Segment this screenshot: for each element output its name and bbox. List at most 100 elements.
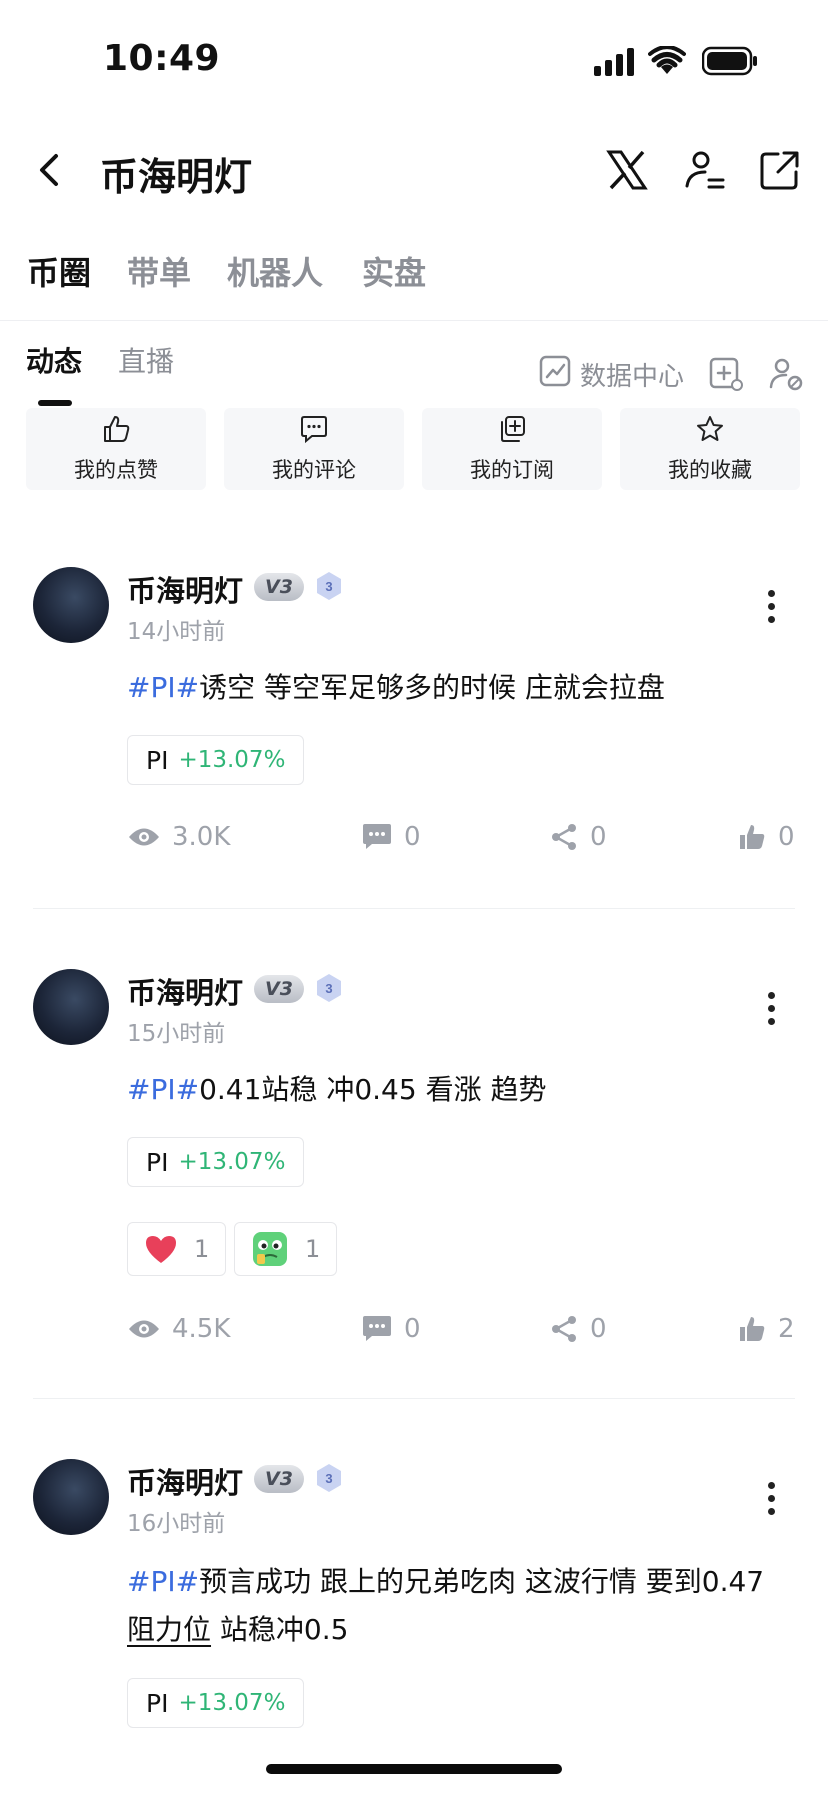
- tab-copy-trade[interactable]: 带单: [127, 248, 191, 294]
- comments-count: 0: [404, 822, 421, 852]
- subtab-indicator: [38, 400, 72, 406]
- post-body: 预言成功 跟上的兄弟吃肉 这波行情 要到0.47: [199, 1565, 765, 1598]
- reaction-count: 1: [194, 1235, 210, 1263]
- shares-count: 0: [590, 1314, 607, 1344]
- data-center-button[interactable]: 数据中心: [538, 352, 684, 396]
- post-divider: [33, 1398, 795, 1399]
- subtab-feed[interactable]: 动态: [26, 340, 82, 380]
- coin-chip[interactable]: PI +13.07%: [127, 1678, 305, 1728]
- thumbs-up-icon: [740, 1317, 765, 1341]
- my-likes-button[interactable]: 我的点赞: [26, 408, 206, 490]
- heart-icon: [146, 1236, 176, 1263]
- post-time: 14小时前: [127, 619, 226, 645]
- battery-icon: [701, 46, 758, 80]
- money-face-emoji-icon: [253, 1232, 287, 1266]
- tab-coin-circle[interactable]: 币圈: [27, 248, 91, 294]
- resistance-link[interactable]: 阻力位: [127, 1613, 211, 1646]
- svg-text:3: 3: [325, 981, 332, 996]
- create-post-icon[interactable]: [708, 352, 744, 396]
- subtab-live[interactable]: 直播: [118, 340, 174, 380]
- hashtag-link[interactable]: #PI#: [127, 671, 199, 704]
- coin-change: +13.07%: [178, 1690, 286, 1716]
- user-icon[interactable]: [683, 148, 731, 196]
- tab-live-account[interactable]: 实盘: [362, 248, 426, 294]
- my-subscriptions-button[interactable]: 我的订阅: [422, 408, 602, 490]
- post-text: #PI#0.41站稳 冲0.45 看涨 趋势: [127, 1066, 787, 1114]
- eye-icon: [129, 828, 159, 846]
- avatar[interactable]: [33, 567, 109, 643]
- coin-chip[interactable]: PI +13.07%: [127, 735, 305, 785]
- page-title: 币海明灯: [100, 155, 253, 199]
- coin-symbol: PI: [146, 1147, 169, 1177]
- coin-change: +13.07%: [178, 747, 286, 773]
- avatar[interactable]: [33, 969, 109, 1045]
- likes-count: 0: [778, 822, 795, 852]
- like-button[interactable]: 2: [738, 1314, 795, 1344]
- post-divider: [33, 908, 795, 909]
- level-badge-icon: 3: [315, 1463, 343, 1493]
- post-body: 0.41站稳 冲0.45 看涨 趋势: [199, 1073, 547, 1106]
- level-badge-icon: 3: [315, 571, 343, 601]
- comment-icon: [363, 824, 391, 849]
- post-author[interactable]: 币海明灯: [127, 568, 243, 610]
- hashtag-link[interactable]: #PI#: [127, 1073, 199, 1106]
- my-comments-button[interactable]: 我的评论: [224, 408, 404, 490]
- wifi-icon: [648, 45, 686, 80]
- home-indicator: [266, 1764, 562, 1774]
- vip-badge: V3: [254, 1465, 304, 1493]
- thumbs-up-icon: [101, 414, 131, 448]
- hashtag-link[interactable]: #PI#: [127, 1565, 199, 1598]
- share-icon: [552, 1316, 576, 1342]
- status-time: 10:49: [103, 38, 221, 79]
- svg-text:3: 3: [325, 579, 332, 594]
- coin-chip[interactable]: PI +13.07%: [127, 1137, 305, 1187]
- coin-symbol: PI: [146, 745, 169, 775]
- chart-icon: [538, 354, 572, 395]
- tab-bots[interactable]: 机器人: [227, 248, 323, 294]
- comments-button[interactable]: 0: [362, 822, 421, 852]
- comment-icon: [299, 414, 329, 448]
- post-author[interactable]: 币海明灯: [127, 1460, 243, 1502]
- post-body-continued: 站稳冲0.5: [211, 1613, 349, 1646]
- post-author[interactable]: 币海明灯: [127, 970, 243, 1012]
- more-options-icon[interactable]: [768, 1482, 780, 1521]
- comment-icon: [363, 1316, 391, 1341]
- like-button[interactable]: 0: [738, 822, 795, 852]
- likes-count: 2: [778, 1314, 795, 1344]
- share-button[interactable]: 0: [550, 822, 607, 852]
- post-time: 15小时前: [127, 1021, 226, 1047]
- quick-label: 我的订阅: [470, 458, 554, 482]
- quick-label: 我的点赞: [74, 458, 158, 482]
- views-count: 3.0K: [172, 822, 231, 852]
- quick-label: 我的评论: [272, 458, 356, 482]
- reaction-heart[interactable]: 1: [127, 1222, 227, 1276]
- more-options-icon[interactable]: [768, 590, 780, 629]
- comments-count: 0: [404, 1314, 421, 1344]
- reaction-emoji[interactable]: 1: [234, 1222, 338, 1276]
- thumbs-up-icon: [740, 825, 765, 849]
- x-logo-icon[interactable]: [605, 148, 653, 196]
- subscribe-icon: [497, 414, 527, 448]
- svg-text:3: 3: [325, 1471, 332, 1486]
- my-favorites-button[interactable]: 我的收藏: [620, 408, 800, 490]
- reaction-count: 1: [305, 1235, 321, 1263]
- coin-symbol: PI: [146, 1688, 169, 1718]
- back-arrow-icon[interactable]: [36, 150, 64, 194]
- data-center-label: 数据中心: [580, 361, 685, 392]
- signal-icon: [594, 48, 636, 80]
- shares-count: 0: [590, 822, 607, 852]
- share-out-icon[interactable]: [758, 148, 806, 196]
- views-count: 4.5K: [172, 1314, 231, 1344]
- more-options-icon[interactable]: [768, 992, 780, 1031]
- eye-icon: [129, 1320, 159, 1338]
- share-button[interactable]: 0: [550, 1314, 607, 1344]
- quick-label: 我的收藏: [668, 458, 752, 482]
- tab-divider: [0, 320, 828, 321]
- user-settings-icon[interactable]: [768, 352, 804, 396]
- post-time: 16小时前: [127, 1511, 226, 1537]
- post-text: #PI#诱空 等空军足够多的时候 庄就会拉盘: [127, 664, 787, 712]
- vip-badge: V3: [254, 573, 304, 601]
- comments-button[interactable]: 0: [362, 1314, 421, 1344]
- level-badge-icon: 3: [315, 973, 343, 1003]
- avatar[interactable]: [33, 1459, 109, 1535]
